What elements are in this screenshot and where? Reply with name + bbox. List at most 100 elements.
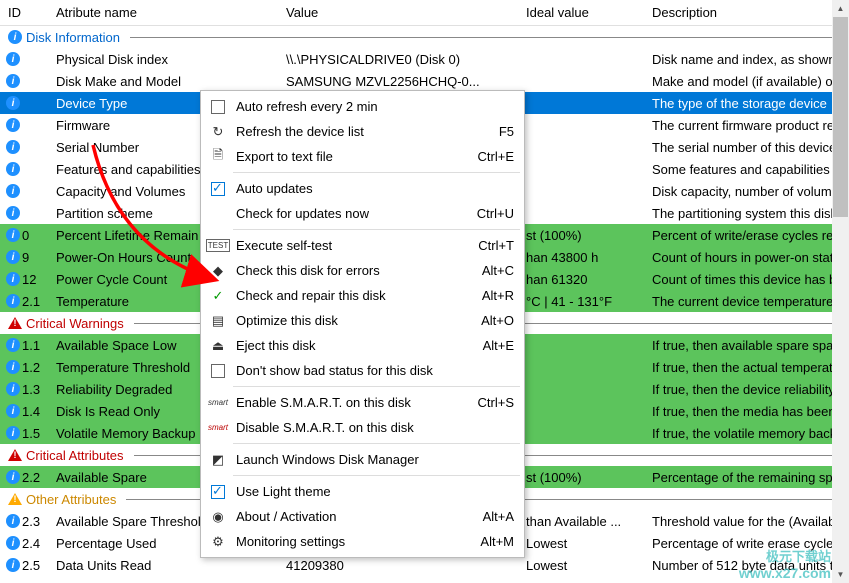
row-description: Count of hours in power-on state bbox=[644, 248, 849, 267]
row-description: Percent of write/erase cycles rem bbox=[644, 226, 849, 245]
row-description: The partitioning system this disk bbox=[644, 204, 849, 223]
menu-item[interactable]: Auto refresh every 2 min bbox=[203, 94, 522, 119]
row-description: The current device temperature bbox=[644, 292, 849, 311]
warning-icon bbox=[8, 317, 22, 329]
menu-separator bbox=[233, 475, 520, 476]
row-ideal-value bbox=[518, 123, 644, 127]
row-ideal-value bbox=[518, 211, 644, 215]
refresh-icon: ↻ bbox=[207, 124, 229, 140]
info-icon: i bbox=[6, 96, 20, 110]
watermark: 极元下载站 www.x27.com bbox=[739, 546, 831, 581]
check-errors-icon: ◆ bbox=[207, 263, 229, 279]
menu-item-label: Check for updates now bbox=[236, 206, 465, 221]
row-attribute-name: Disk Make and Model bbox=[48, 72, 278, 91]
menu-item-shortcut: F5 bbox=[499, 124, 514, 139]
row-description: If true, then the media has been bbox=[644, 402, 849, 421]
windows-icon: ◩ bbox=[207, 452, 229, 468]
menu-item[interactable]: Don't show bad status for this disk bbox=[203, 358, 522, 383]
row-ideal-value bbox=[518, 57, 644, 61]
row-id: 2.5 bbox=[22, 558, 40, 573]
row-id: 1.3 bbox=[22, 382, 40, 397]
section-header[interactable]: iDisk Information bbox=[0, 26, 849, 48]
menu-item-shortcut: Ctrl+S bbox=[478, 395, 514, 410]
row-ideal-value: han 43800 h bbox=[518, 248, 644, 267]
row-value: \\.\PHYSICALDRIVE0 (Disk 0) bbox=[278, 50, 518, 69]
test-icon: TEST bbox=[207, 239, 229, 252]
row-description: Percentage of the remaining spa bbox=[644, 468, 849, 487]
table-row[interactable]: iPhysical Disk index\\.\PHYSICALDRIVE0 (… bbox=[0, 48, 849, 70]
row-id: 2.1 bbox=[22, 294, 40, 309]
info-icon: i bbox=[8, 30, 22, 44]
info-icon: i bbox=[6, 272, 20, 286]
row-ideal-value: °C | 41 - 131°F bbox=[518, 292, 644, 311]
scrollbar-down-icon[interactable]: ▼ bbox=[832, 566, 849, 583]
row-ideal-value: Lowest bbox=[518, 556, 644, 575]
col-header-id[interactable]: ID bbox=[0, 1, 48, 24]
table-header: ID Atribute name Value Ideal value Descr… bbox=[0, 0, 849, 26]
menu-item-shortcut: Alt+E bbox=[483, 338, 514, 353]
menu-item[interactable]: ◆Check this disk for errorsAlt+C bbox=[203, 258, 522, 283]
menu-item[interactable]: Auto updates bbox=[203, 176, 522, 201]
info-icon: i bbox=[6, 294, 20, 308]
menu-item-shortcut: Alt+M bbox=[480, 534, 514, 549]
menu-item[interactable]: ◉About / ActivationAlt+A bbox=[203, 504, 522, 529]
col-header-value[interactable]: Value bbox=[278, 1, 518, 24]
row-id: 1.5 bbox=[22, 426, 40, 441]
row-ideal-value bbox=[518, 409, 644, 413]
row-ideal-value bbox=[518, 189, 644, 193]
menu-item-label: Refresh the device list bbox=[236, 124, 487, 139]
menu-item[interactable]: ⚙Monitoring settingsAlt+M bbox=[203, 529, 522, 554]
row-ideal-value: han 61320 bbox=[518, 270, 644, 289]
menu-item-shortcut: Alt+R bbox=[482, 288, 514, 303]
info-icon: i bbox=[6, 404, 20, 418]
menu-item-label: Eject this disk bbox=[236, 338, 471, 353]
row-description: Disk name and index, as shown bbox=[644, 50, 849, 69]
col-header-desc[interactable]: Description bbox=[644, 1, 849, 24]
menu-item[interactable]: smartDisable S.M.A.R.T. on this disk bbox=[203, 415, 522, 440]
row-description: Disk capacity, number of volume bbox=[644, 182, 849, 201]
menu-item-label: Monitoring settings bbox=[236, 534, 468, 549]
menu-item[interactable]: ⏏Eject this diskAlt+E bbox=[203, 333, 522, 358]
menu-item[interactable]: ▤Optimize this diskAlt+O bbox=[203, 308, 522, 333]
row-description: If true, then the actual temperatu bbox=[644, 358, 849, 377]
col-header-ideal[interactable]: Ideal value bbox=[518, 1, 644, 24]
info-icon: i bbox=[6, 360, 20, 374]
info-icon: i bbox=[6, 426, 20, 440]
warning-icon bbox=[8, 449, 22, 461]
menu-item-label: Execute self-test bbox=[236, 238, 466, 253]
export-icon: 🗎 bbox=[207, 146, 229, 168]
info-icon: i bbox=[6, 558, 20, 572]
row-id: 2.2 bbox=[22, 470, 40, 485]
scrollbar-thumb[interactable] bbox=[833, 17, 848, 217]
info-icon: i bbox=[6, 184, 20, 198]
section-title: Other Attributes bbox=[26, 492, 116, 507]
col-header-name[interactable]: Atribute name bbox=[48, 1, 278, 24]
vertical-scrollbar[interactable]: ▲ ▼ bbox=[832, 0, 849, 583]
info-icon: i bbox=[6, 206, 20, 220]
row-ideal-value bbox=[518, 387, 644, 391]
optimize-icon: ▤ bbox=[207, 313, 229, 329]
menu-item[interactable]: TESTExecute self-testCtrl+T bbox=[203, 233, 522, 258]
menu-item[interactable]: smartEnable S.M.A.R.T. on this diskCtrl+… bbox=[203, 390, 522, 415]
info-icon: i bbox=[6, 118, 20, 132]
repair-icon: ✓ bbox=[207, 288, 229, 304]
menu-item-label: About / Activation bbox=[236, 509, 471, 524]
menu-item[interactable]: ↻ Refresh the device list F5 bbox=[203, 119, 522, 144]
row-description: The serial number of this device bbox=[644, 138, 849, 157]
menu-item[interactable]: Use Light theme bbox=[203, 479, 522, 504]
info-icon: i bbox=[6, 140, 20, 154]
section-title: Critical Warnings bbox=[26, 316, 124, 331]
menu-item[interactable]: ◩Launch Windows Disk Manager bbox=[203, 447, 522, 472]
table-row[interactable]: iDisk Make and ModelSAMSUNG MZVL2256HCHQ… bbox=[0, 70, 849, 92]
row-ideal-value bbox=[518, 101, 644, 105]
menu-item-label: Auto refresh every 2 min bbox=[236, 99, 514, 114]
scrollbar-up-icon[interactable]: ▲ bbox=[832, 0, 849, 17]
info-icon: i bbox=[6, 470, 20, 484]
menu-item-shortcut: Alt+A bbox=[483, 509, 514, 524]
menu-item[interactable]: Check for updates nowCtrl+U bbox=[203, 201, 522, 226]
menu-item[interactable]: 🗎Export to text fileCtrl+E bbox=[203, 144, 522, 169]
row-attribute-name: Data Units Read bbox=[48, 556, 278, 575]
row-value: SAMSUNG MZVL2256HCHQ-0... bbox=[278, 72, 518, 91]
menu-item[interactable]: ✓Check and repair this diskAlt+R bbox=[203, 283, 522, 308]
row-description: Make and model (if available) of t bbox=[644, 72, 849, 91]
